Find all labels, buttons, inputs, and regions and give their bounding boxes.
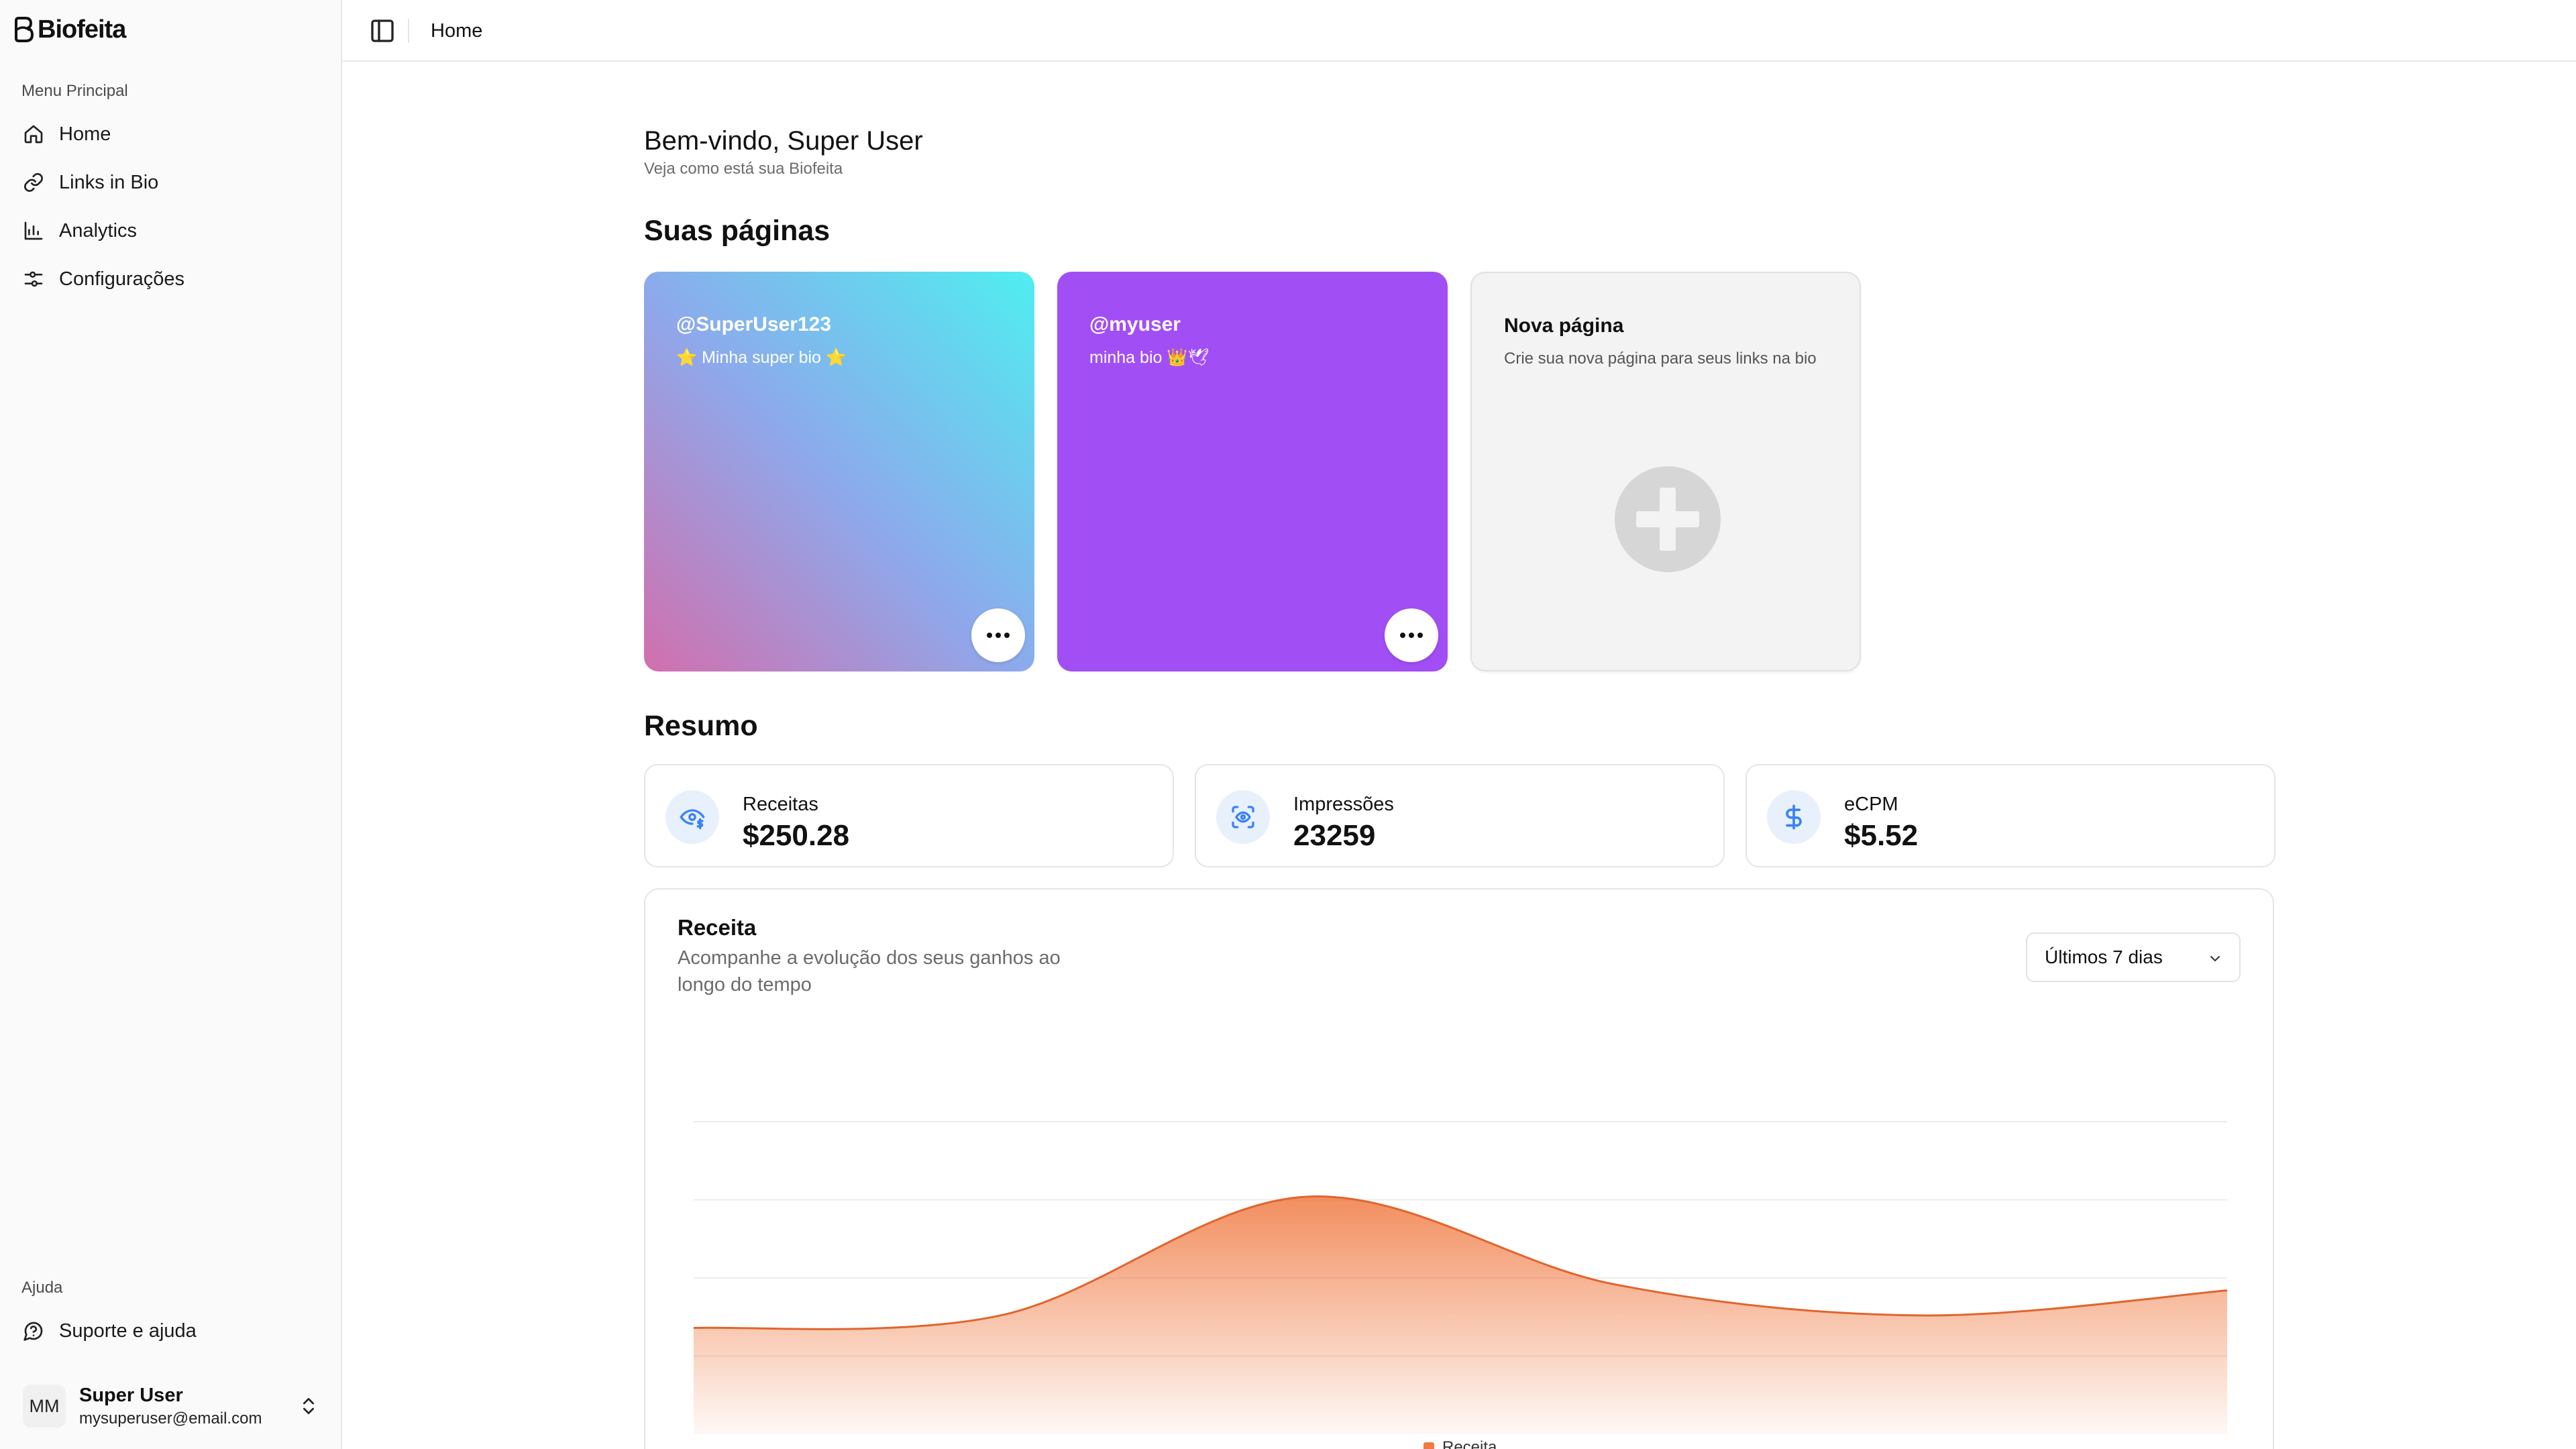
sidebar-item-label: Links in Bio (59, 171, 159, 193)
stat-card-impressoes: Impressões 23259 (1195, 764, 1725, 867)
revenue-chart-card: 2025-07-162025-07-172025-07-182025-07-19… (644, 888, 2274, 1449)
user-name: Super User (79, 1384, 183, 1406)
stat-label: Receitas (743, 794, 818, 815)
stat-label: Impressões (1293, 794, 1394, 815)
top-bar: Home (342, 0, 2576, 62)
page-handle: @myuser (1089, 313, 1181, 335)
welcome-subtitle: Veja como está sua Biofeita (644, 160, 843, 178)
revenue-description: Acompanhe a evolução dos seus ganhos ao … (678, 947, 1061, 996)
chart-icon (24, 221, 43, 240)
breadcrumb[interactable]: Home (431, 20, 482, 42)
sidebar-toggle-icon[interactable] (369, 17, 396, 44)
help-section-label: Ajuda (21, 1279, 63, 1297)
app-logo[interactable]: Biofeita (13, 15, 126, 44)
new-page-title: Nova página (1504, 315, 1624, 337)
new-page-card[interactable]: Nova página Crie sua nova página para se… (1470, 272, 1861, 672)
app-root: Biofeita Menu Principal Home Links in Bi… (0, 0, 2576, 1449)
stat-icon-wrap (665, 790, 719, 844)
user-menu[interactable]: MM Super User mysuperuser@email.com (9, 1375, 333, 1437)
sidebar-item-label: Analytics (59, 219, 138, 241)
page-card[interactable]: @SuperUser123 ⭐ Minha super bio ⭐ (644, 272, 1034, 672)
sidebar-item-label: Home (59, 123, 111, 145)
plus-circle-icon[interactable] (1615, 466, 1721, 572)
sidebar-item-home[interactable]: Home (9, 114, 333, 154)
main-menu-label: Menu Principal (21, 82, 128, 100)
legend-label: Receita (1442, 1438, 1497, 1449)
home-icon (24, 125, 43, 144)
app-name: Biofeita (38, 15, 126, 44)
sliders-icon (24, 271, 43, 287)
stat-card-receitas: Receitas $250.28 (644, 764, 1174, 867)
sidebar-item-support[interactable]: Suporte e ajuda (9, 1311, 333, 1351)
summary-section-title: Resumo (644, 710, 758, 742)
sidebar: Biofeita Menu Principal Home Links in Bi… (0, 0, 342, 1449)
more-options-button[interactable] (1385, 608, 1438, 662)
biofeita-logo-icon (15, 17, 34, 42)
user-email: mysuperuser@email.com (79, 1409, 262, 1428)
more-horizontal-icon (987, 633, 1010, 638)
sidebar-item-configuracoes[interactable]: Configurações (9, 259, 333, 299)
stat-value: $5.52 (1844, 819, 1919, 852)
revenue-title: Receita (678, 915, 757, 940)
page-card[interactable]: @myuser minha bio 👑🕊 (1057, 272, 1448, 672)
stat-card-ecpm: eCPM $5.52 (1746, 764, 2275, 867)
link-icon (24, 173, 43, 192)
chevrons-up-down-icon (303, 1398, 314, 1414)
date-range-select[interactable]: Últimos 7 dias (2026, 932, 2241, 982)
date-range-value: Últimos 7 dias (2045, 947, 2163, 967)
stat-value: 23259 (1293, 819, 1376, 852)
chevron-down-icon (2210, 956, 2220, 961)
chart-legend: Receita (1424, 1438, 1497, 1449)
divider (408, 19, 409, 43)
page-bio: minha bio 👑🕊 (1089, 348, 1210, 367)
eye-dollar-icon (680, 809, 705, 830)
sidebar-item-label: Suporte e ajuda (59, 1320, 197, 1342)
avatar: MM (23, 1385, 66, 1428)
more-options-button[interactable] (971, 608, 1025, 662)
dollar-icon (1786, 804, 1802, 830)
stat-value: $250.28 (743, 819, 850, 852)
page-bio: ⭐ Minha super bio ⭐ (676, 348, 847, 367)
sidebar-item-label: Configurações (59, 268, 184, 290)
help-circle-icon (23, 1322, 43, 1341)
stat-icon-wrap (1767, 790, 1821, 844)
page-handle: @SuperUser123 (676, 313, 832, 335)
scan-eye-icon (1232, 806, 1254, 828)
more-horizontal-icon (1400, 633, 1423, 638)
sidebar-item-links-in-bio[interactable]: Links in Bio (9, 162, 333, 203)
user-info: Super User mysuperuser@email.com (79, 1385, 262, 1428)
welcome-title: Bem-vindo, Super User (644, 126, 923, 156)
stat-label: eCPM (1844, 794, 1898, 815)
legend-swatch (1424, 1442, 1434, 1449)
sidebar-item-analytics[interactable]: Analytics (9, 211, 333, 251)
new-page-description: Crie sua nova página para seus links na … (1504, 350, 1817, 368)
pages-section-title: Suas páginas (644, 215, 830, 247)
stat-icon-wrap (1216, 790, 1270, 844)
